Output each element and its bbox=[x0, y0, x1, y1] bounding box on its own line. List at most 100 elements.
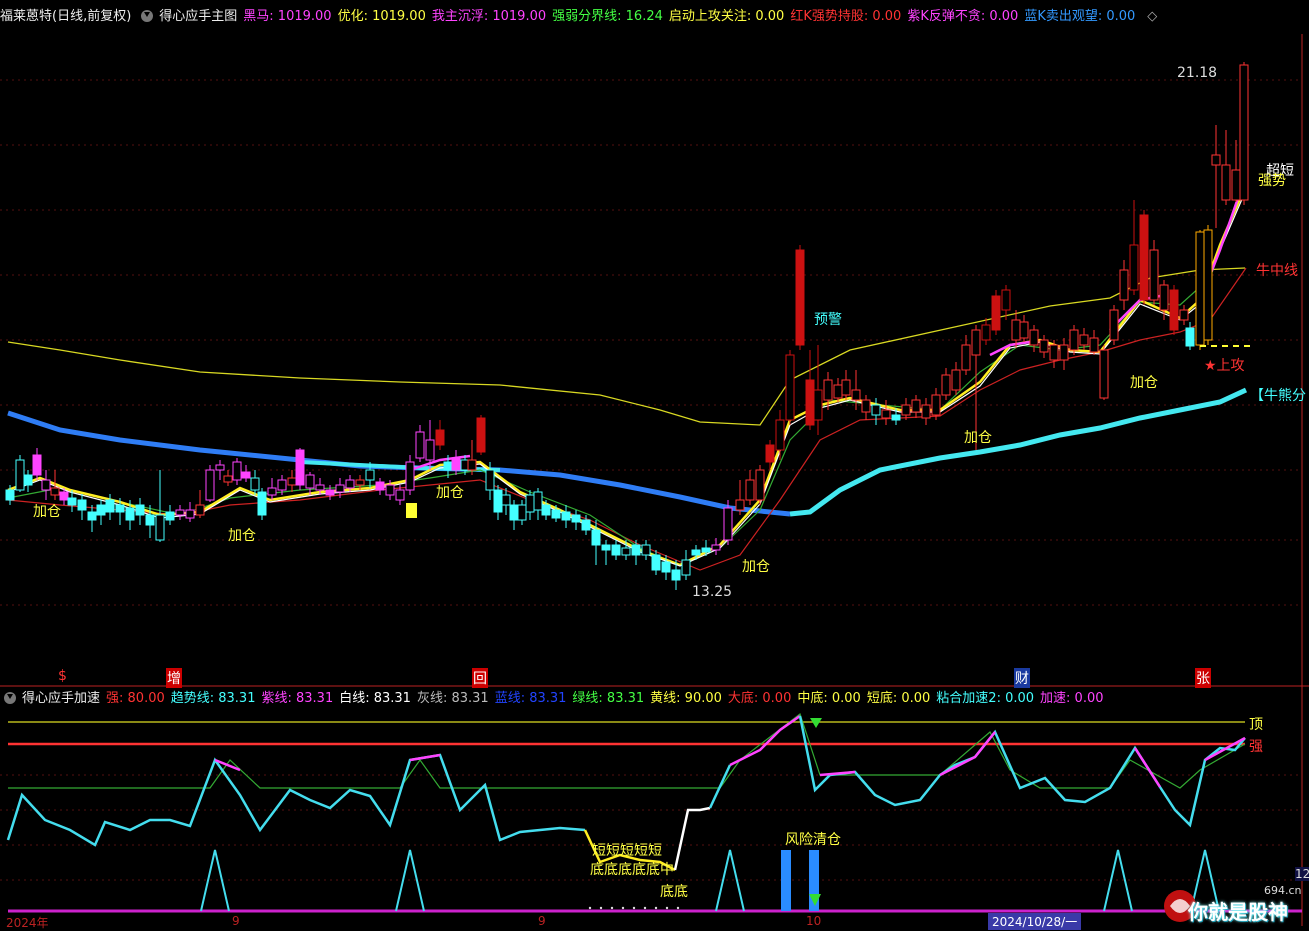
candle-body bbox=[991, 295, 1001, 331]
candle-body bbox=[901, 404, 911, 416]
candle-body bbox=[1011, 319, 1021, 341]
candle-body bbox=[541, 504, 551, 516]
candle-body bbox=[277, 479, 287, 491]
axis-date-cursor: 2024/10/28/一 bbox=[988, 913, 1082, 930]
candle-body bbox=[1109, 309, 1119, 341]
event-marker-5[interactable]: 张 bbox=[1195, 668, 1211, 688]
candle-body bbox=[1119, 269, 1129, 301]
trend-line-d bbox=[708, 764, 732, 809]
candle-body bbox=[476, 417, 486, 453]
bottoms-label: 底底底底底中 bbox=[590, 862, 674, 878]
candle-body bbox=[911, 399, 921, 413]
slow-ma-line bbox=[7, 267, 1247, 571]
sub-header-item-4: 灰线: 83.31 bbox=[416, 691, 489, 706]
sub-indicator-name[interactable]: 得心应手加速 bbox=[22, 691, 100, 706]
candle-body bbox=[1039, 339, 1049, 353]
candle-body bbox=[493, 489, 503, 513]
candle-body bbox=[941, 374, 951, 396]
accel-chart bbox=[6, 713, 1302, 913]
candle-body bbox=[1195, 231, 1205, 346]
price-chart bbox=[5, 62, 1250, 590]
candle-body bbox=[981, 324, 991, 341]
candle-body bbox=[861, 399, 871, 413]
short-ma-line bbox=[7, 184, 1248, 567]
candle-body bbox=[223, 475, 233, 483]
candle-body bbox=[443, 461, 453, 471]
dropdown-icon[interactable] bbox=[4, 691, 16, 704]
warning-label: 预警 bbox=[814, 312, 842, 328]
event-marker-1[interactable]: $ bbox=[58, 668, 67, 684]
candle-body bbox=[551, 509, 561, 519]
candle-body bbox=[395, 489, 405, 501]
risk-bar bbox=[781, 850, 791, 911]
trend-line-a bbox=[6, 753, 586, 847]
candle-body bbox=[185, 509, 195, 519]
candle-body bbox=[533, 491, 543, 511]
candle-body bbox=[711, 544, 721, 551]
sub-header-item-5: 蓝线: 83.31 bbox=[494, 691, 567, 706]
candle-body bbox=[1019, 321, 1029, 339]
bottom-dot bbox=[599, 906, 603, 910]
candle-body bbox=[315, 484, 325, 491]
candle-body bbox=[1049, 344, 1059, 361]
risk-clear-label: 风险清仓 bbox=[785, 832, 841, 848]
candle-body bbox=[671, 569, 681, 581]
candle-body bbox=[77, 499, 87, 511]
bottom-dot bbox=[588, 906, 592, 910]
candle-body bbox=[561, 511, 571, 521]
chart-canvas bbox=[0, 34, 1309, 926]
candle-body bbox=[23, 474, 33, 486]
add-label-2: 加仓 bbox=[228, 528, 256, 544]
candle-body bbox=[105, 499, 115, 513]
candle-body bbox=[951, 369, 961, 391]
bottom-dot bbox=[654, 906, 658, 910]
sub-header-item-12: 加速: 0.00 bbox=[1040, 691, 1104, 706]
sub-header-item-2: 紫线: 83.31 bbox=[261, 691, 334, 706]
axis-date-1: 2024年 bbox=[6, 916, 49, 930]
add-label-5: 加仓 bbox=[964, 430, 992, 446]
sub-header-item-11: 粘合加速2: 0.00 bbox=[936, 691, 1035, 706]
candle-body bbox=[405, 461, 415, 491]
candle-body bbox=[375, 481, 385, 491]
candle-body bbox=[971, 329, 981, 356]
bull-bear-line bbox=[789, 387, 1248, 517]
candle-body bbox=[325, 489, 335, 496]
candle-body bbox=[365, 469, 375, 481]
candle-body bbox=[1079, 334, 1089, 346]
sub-header-item-7: 黄线: 90.00 bbox=[650, 691, 722, 706]
candle-body bbox=[257, 491, 267, 516]
candle-body bbox=[355, 479, 365, 486]
add-label-3: 加仓 bbox=[436, 485, 464, 501]
green-down-arrow bbox=[810, 718, 822, 728]
candle-body bbox=[833, 384, 843, 399]
candle-body bbox=[661, 561, 671, 573]
watermark-title: 你就是股神 bbox=[1188, 900, 1288, 924]
sub-header-item-9: 中底: 0.00 bbox=[797, 691, 861, 706]
candle-body bbox=[813, 389, 823, 421]
signal-square bbox=[406, 503, 417, 518]
candle-body bbox=[241, 471, 251, 479]
candle-body bbox=[891, 414, 901, 421]
candle-body bbox=[805, 379, 815, 426]
sub-header-item-1: 趋势线: 83.31 bbox=[170, 691, 256, 706]
candle-body bbox=[1059, 344, 1069, 361]
add-label-4: 加仓 bbox=[742, 559, 770, 575]
candle-body bbox=[215, 464, 225, 471]
green-line bbox=[7, 179, 1247, 567]
trend-line-c bbox=[673, 806, 711, 871]
event-marker-4[interactable]: 财 bbox=[1014, 668, 1030, 688]
event-marker-3[interactable]: 回 bbox=[472, 668, 488, 688]
candle-body bbox=[1139, 214, 1149, 301]
green-line-sub bbox=[8, 713, 1246, 789]
candle-body bbox=[509, 504, 519, 521]
trend-purple-2 bbox=[409, 753, 441, 762]
candle-body bbox=[795, 249, 805, 346]
attack-label: ★上攻 bbox=[1204, 358, 1245, 374]
candle-body bbox=[921, 404, 931, 419]
watermark-logo: 694.cn 你就是股神 bbox=[1160, 882, 1308, 926]
candle-body bbox=[1203, 229, 1213, 341]
candle-body bbox=[5, 489, 15, 501]
event-marker-2[interactable]: 增 bbox=[166, 668, 182, 688]
candle-body bbox=[765, 444, 775, 463]
candle-body bbox=[581, 519, 591, 531]
